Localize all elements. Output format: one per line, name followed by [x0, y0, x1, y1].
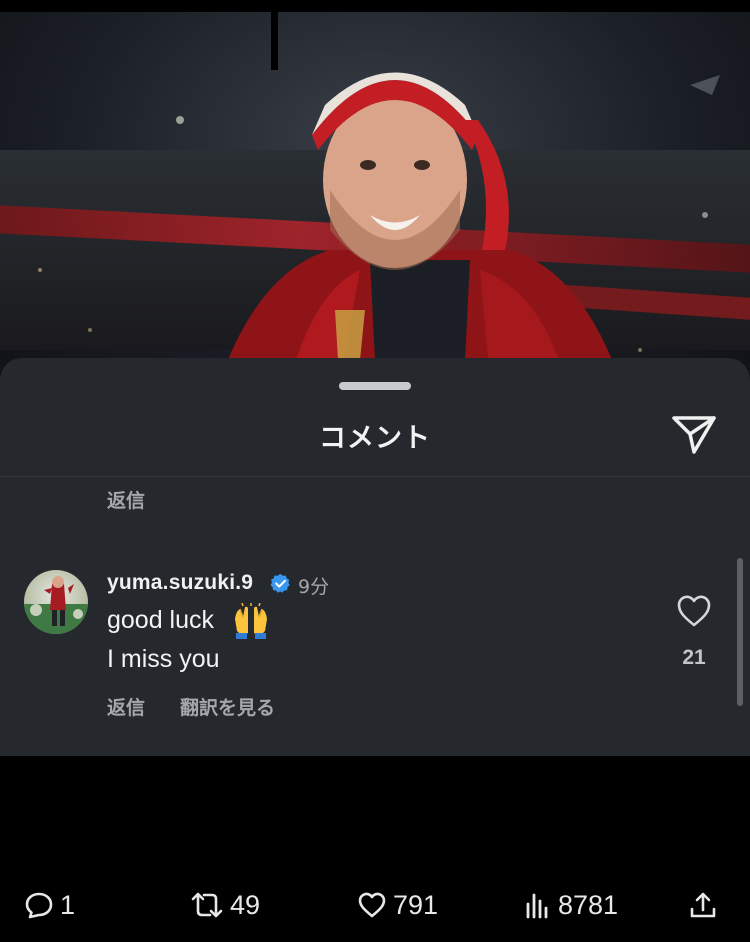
repost-count: 49: [230, 889, 261, 920]
sheet-grabber[interactable]: [339, 382, 411, 390]
comment-icon: [25, 892, 53, 919]
reply-stat[interactable]: 1: [24, 888, 75, 922]
repost-icon: [191, 892, 223, 918]
scrollbar[interactable]: [737, 558, 743, 706]
post-photo[interactable]: [0, 0, 750, 400]
views-stat[interactable]: 8781: [524, 888, 618, 922]
like-count: 791: [393, 889, 439, 920]
views-count: 8781: [558, 889, 619, 920]
status-bar-strip: [0, 0, 750, 12]
verified-badge-icon: [270, 573, 290, 593]
comment-text-line-2: I miss you: [107, 645, 220, 673]
comment-like-count: 21: [682, 646, 706, 669]
repost-stat[interactable]: 49: [190, 888, 260, 922]
player-photo: [220, 72, 620, 380]
heart-icon: [358, 892, 386, 918]
comment-time: 9分: [298, 576, 330, 598]
like-stat[interactable]: 791: [357, 888, 438, 922]
views-chart-icon: [526, 893, 548, 919]
post-stats-bar: 1 49 791 8781: [0, 870, 750, 940]
share-icon: [690, 892, 716, 918]
reply-button[interactable]: 返信: [107, 693, 145, 720]
share-button[interactable]: [688, 888, 718, 922]
previous-reply-button[interactable]: 返信: [107, 486, 145, 513]
avatar[interactable]: [24, 570, 88, 634]
stadium-mast: [271, 12, 278, 70]
reply-count: 1: [60, 889, 76, 920]
comment-text-line-1: good luck: [107, 606, 215, 634]
raised-hands-emoji: [235, 603, 267, 639]
paper-plane-icon[interactable]: [670, 412, 718, 456]
comments-sheet: コメント 返信 yuma.suzuki.9 9分 good luck I mis…: [0, 358, 750, 756]
see-translation-button[interactable]: 翻訳を見る: [180, 693, 275, 720]
avatar-photo: [24, 576, 88, 634]
sheet-title: コメント: [319, 423, 431, 454]
comment-username[interactable]: yuma.suzuki.9: [107, 571, 253, 595]
header-divider: [0, 476, 750, 477]
heart-outline-icon[interactable]: [676, 594, 712, 628]
